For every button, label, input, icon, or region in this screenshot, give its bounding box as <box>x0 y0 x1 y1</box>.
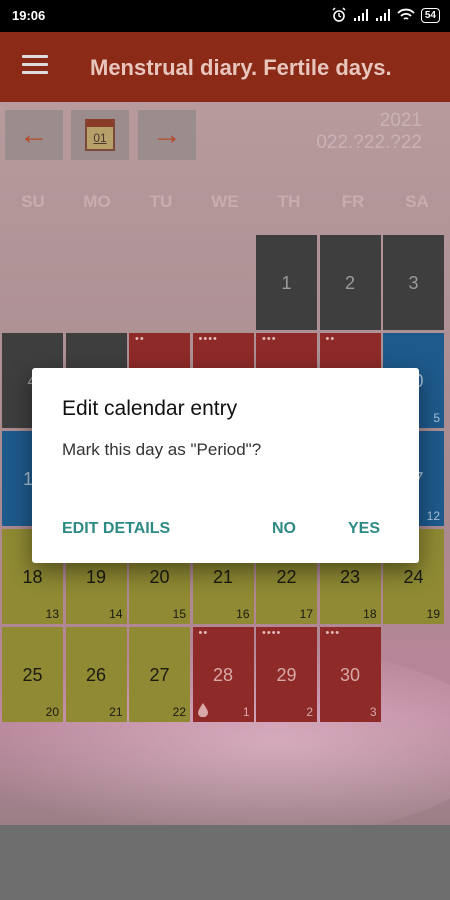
day-number: 1 <box>281 273 292 293</box>
arrow-left-icon: ← <box>19 118 49 151</box>
cycle-day-number: 14 <box>109 607 123 621</box>
battery-icon: 54 <box>420 7 440 23</box>
drop-icon <box>197 703 208 717</box>
day-marker-dots: •• <box>198 627 209 639</box>
signal-icon <box>353 9 368 21</box>
cycle-day-number: 2 <box>306 705 313 719</box>
dialog-title: Edit calendar entry <box>62 397 238 420</box>
day-number: 24 <box>403 567 424 587</box>
dialog-message: Mark this day as "Period"? <box>62 440 262 459</box>
day-number: 20 <box>149 567 170 587</box>
cycle-day-number: 20 <box>45 705 59 719</box>
next-month-button[interactable]: → <box>138 110 196 160</box>
day-cell[interactable]: 27 22 <box>129 627 190 722</box>
day-marker-dots: •••• <box>262 627 282 639</box>
weekday-label: WE <box>211 192 239 211</box>
cycle-day-number: 5 <box>433 411 440 425</box>
cycle-day-number: 22 <box>172 705 186 719</box>
bottom-area <box>0 825 450 900</box>
status-icons: 54 <box>331 7 440 23</box>
day-number: 3 <box>408 273 419 293</box>
day-cell[interactable]: 25 20 <box>2 627 63 722</box>
cycle-day-number: 1 <box>242 705 250 719</box>
cycle-day-number: 17 <box>299 607 313 621</box>
day-number: 25 <box>22 665 43 685</box>
app-title: Menstrual diary. Fertile days. <box>90 55 392 80</box>
weekday-label: SU <box>21 192 45 211</box>
alarm-icon <box>332 7 346 22</box>
day-number: 26 <box>85 665 107 685</box>
day-number: 23 <box>339 567 361 587</box>
day-number: 28 <box>212 665 234 685</box>
weekday-label: FR <box>341 192 365 211</box>
day-number: 29 <box>276 665 297 685</box>
cycle-day-number: 16 <box>236 607 250 621</box>
prev-month-button[interactable]: ← <box>5 110 63 160</box>
cycle-day-number: 13 <box>45 607 59 621</box>
day-cell[interactable]: 1 <box>256 235 317 330</box>
calendar-icon: 01 <box>85 119 115 151</box>
weekday-label: SA <box>405 192 429 211</box>
app-bar: Menstrual diary. Fertile days. <box>0 32 450 102</box>
day-number: 2 <box>344 273 355 293</box>
day-cell[interactable]: 2 <box>319 235 381 330</box>
cycle-day-number: 15 <box>172 607 186 621</box>
day-number: 30 <box>339 665 361 685</box>
weekday-label: TU <box>149 192 173 211</box>
weekday-header: SU MO TU WE TH FR SA <box>0 192 450 212</box>
cycle-day-number: 21 <box>109 705 123 719</box>
weekday-label: MO <box>83 192 111 211</box>
day-marker-dots: ••• <box>262 333 277 345</box>
cycle-day-number: 19 <box>426 607 440 621</box>
current-year: 2021 <box>379 110 422 131</box>
today-button[interactable]: 01 <box>71 110 129 160</box>
day-marker-dots: ••• <box>325 627 341 639</box>
wifi-icon <box>397 8 415 20</box>
cycle-day-number: 18 <box>363 607 377 621</box>
no-button[interactable]: NO <box>272 520 296 538</box>
yes-button[interactable]: YES <box>348 520 380 538</box>
edit-details-button[interactable]: EDIT DETAILS <box>62 520 170 538</box>
day-cell[interactable]: 26 21 <box>65 627 127 722</box>
day-cell[interactable]: 30 ••• 3 <box>319 627 381 722</box>
day-marker-dots: •••• <box>198 333 218 345</box>
day-number: 22 <box>276 567 297 587</box>
status-bar: 19:06 54 <box>0 0 450 32</box>
day-marker-dots: •• <box>135 333 145 345</box>
day-cell[interactable]: 3 <box>383 235 444 330</box>
arrow-right-icon: → <box>152 118 182 151</box>
cycle-day-number: 12 <box>426 509 440 523</box>
day-number: 27 <box>149 665 170 685</box>
day-number: 18 <box>22 567 43 587</box>
cycle-day-number: 3 <box>369 705 377 719</box>
signal-icon-2 <box>375 9 390 21</box>
menu-icon[interactable] <box>22 55 48 79</box>
day-number: 19 <box>85 567 107 587</box>
current-date: 022.?22.?22 <box>316 132 422 153</box>
day-cell[interactable]: 28 •• 1 <box>192 627 254 722</box>
status-time: 19:06 <box>12 8 46 23</box>
weekday-label: TH <box>277 192 301 211</box>
day-number: 21 <box>212 567 234 587</box>
day-cell[interactable]: 29 •••• 2 <box>256 627 317 722</box>
day-marker-dots: •• <box>325 333 336 345</box>
edit-entry-dialog: Edit calendar entry Mark this day as "Pe… <box>32 368 419 563</box>
